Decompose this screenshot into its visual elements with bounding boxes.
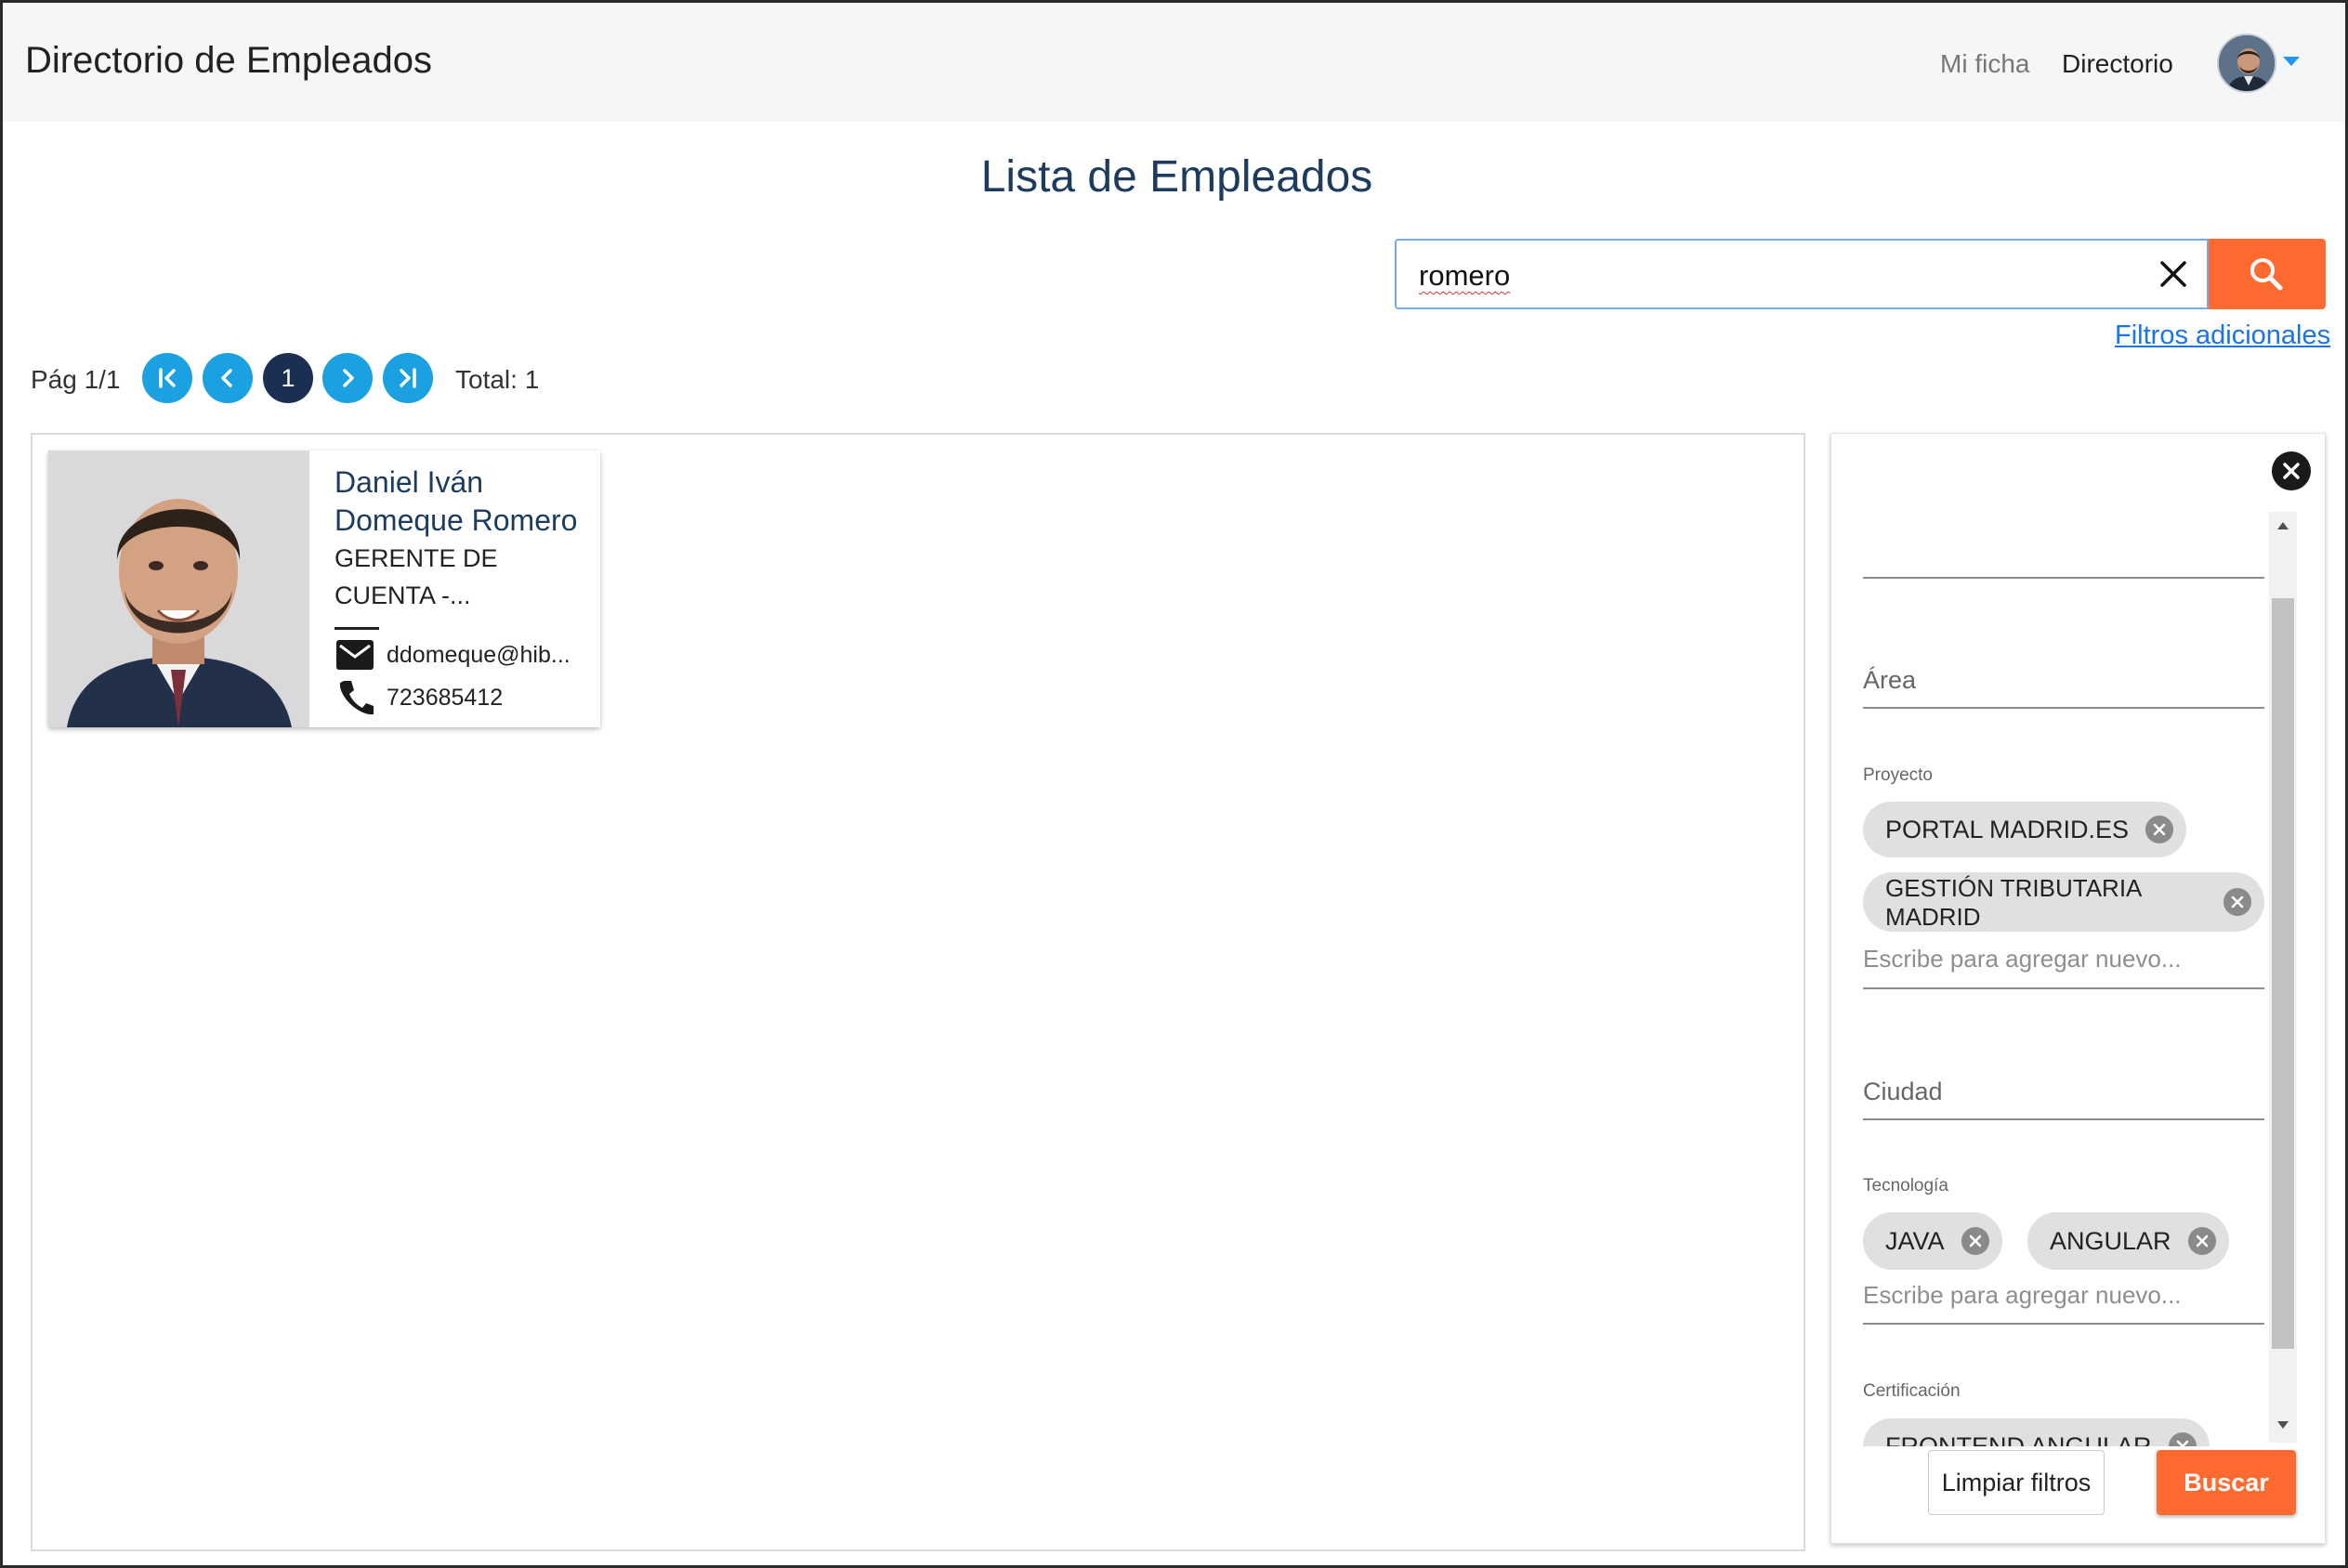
chip-label: ANGULAR xyxy=(2050,1227,2171,1255)
employee-card[interactable]: Daniel Iván Domeque Romero GERENTE DE CU… xyxy=(48,451,600,727)
remove-chip-icon[interactable] xyxy=(2145,816,2174,843)
user-avatar[interactable] xyxy=(2217,33,2276,93)
remove-chip-icon[interactable] xyxy=(2168,1432,2197,1446)
next-page-button[interactable] xyxy=(322,353,373,403)
last-page-icon xyxy=(400,368,416,388)
last-page-button[interactable] xyxy=(383,353,433,403)
page-indicator: Pág 1/1 xyxy=(31,365,121,394)
employee-divider xyxy=(334,627,379,630)
page-number-button[interactable]: 1 xyxy=(263,353,313,403)
proyecto-field-underline xyxy=(1863,987,2264,989)
hidden-field-underline xyxy=(1863,577,2264,579)
ciudad-field-underline xyxy=(1863,1118,2264,1120)
remove-chip-icon[interactable] xyxy=(2223,888,2251,916)
proyecto-chip-input[interactable]: Escribe para agregar nuevo... xyxy=(1863,945,2264,973)
chip-label: PORTAL MADRID.ES xyxy=(1885,816,2130,843)
tecnologia-label: Tecnología xyxy=(1863,1176,1948,1196)
proyecto-chip-gestion-tributaria: GESTIÓN TRIBUTARIA MADRID xyxy=(1863,872,2264,932)
nav-link-directorio[interactable]: Directorio xyxy=(2062,49,2173,79)
employee-photo xyxy=(48,451,309,727)
chevron-right-icon xyxy=(343,369,354,387)
certificacion-chip-frontend-angular: FRONTEND ANGULAR xyxy=(1863,1418,2210,1446)
scroll-down-arrow-icon[interactable] xyxy=(2277,1421,2289,1429)
scrollbar-thumb[interactable] xyxy=(2272,598,2294,1349)
area-field-label[interactable]: Área xyxy=(1863,666,1916,695)
certificacion-label: Certificación xyxy=(1863,1381,1961,1401)
previous-page-button[interactable] xyxy=(203,353,253,403)
chevron-down-icon[interactable] xyxy=(2283,57,2300,66)
top-navbar: Directorio de Empleados Mi ficha Directo… xyxy=(3,3,2345,122)
ciudad-field-label[interactable]: Ciudad xyxy=(1863,1078,1943,1106)
phone-icon xyxy=(334,677,375,723)
employee-portrait-image xyxy=(48,451,309,727)
remove-chip-icon[interactable] xyxy=(2187,1227,2216,1255)
search-input-value[interactable]: romero xyxy=(1419,259,1510,293)
area-field-underline xyxy=(1863,707,2264,709)
clear-filters-button[interactable]: Limpiar filtros xyxy=(1928,1450,2105,1515)
close-filters-button[interactable] xyxy=(2272,451,2311,490)
employee-email[interactable]: ddomeque@hib... xyxy=(387,642,571,669)
clear-search-button[interactable] xyxy=(2153,254,2194,294)
close-icon xyxy=(2283,463,2300,479)
first-page-button[interactable] xyxy=(142,353,192,403)
tecnologia-chip-input[interactable]: Escribe para agregar nuevo... xyxy=(1863,1281,2264,1310)
additional-filters-link[interactable]: Filtros adicionales xyxy=(2115,320,2330,351)
chip-label: JAVA xyxy=(1885,1227,1945,1255)
first-page-icon xyxy=(159,368,176,388)
employee-name[interactable]: Daniel Iván Domeque Romero xyxy=(334,464,595,540)
chip-label: FRONTEND ANGULAR xyxy=(1885,1432,2152,1446)
total-count: Total: 1 xyxy=(455,365,540,394)
mail-icon xyxy=(334,636,375,678)
search-input[interactable]: romero xyxy=(1395,239,2209,309)
scroll-up-arrow-icon[interactable] xyxy=(2277,522,2289,529)
filters-scroll-area[interactable]: Área Proyecto PORTAL MADRID.ES GESTIÓN T… xyxy=(1831,490,2324,1446)
close-icon xyxy=(2160,261,2186,287)
search-icon xyxy=(2250,258,2283,291)
chevron-left-icon xyxy=(221,369,232,387)
page-title: Lista de Empleados xyxy=(980,152,1373,202)
filters-scrollbar[interactable] xyxy=(2269,512,2297,1443)
tecnologia-field-underline xyxy=(1863,1323,2264,1325)
chip-label: GESTIÓN TRIBUTARIA MADRID xyxy=(1885,874,2141,931)
apply-filters-button[interactable]: Buscar xyxy=(2157,1450,2296,1515)
tecnologia-chip-angular: ANGULAR xyxy=(2027,1212,2229,1270)
search-button[interactable] xyxy=(2209,239,2326,309)
proyecto-chip-portal-madrid: PORTAL MADRID.ES xyxy=(1863,802,2187,857)
nav-link-mi-ficha[interactable]: Mi ficha xyxy=(1940,49,2029,79)
tecnologia-chip-java: JAVA xyxy=(1863,1212,2002,1270)
user-avatar-icon xyxy=(2219,35,2275,91)
employee-role: GERENTE DE CUENTA -... xyxy=(334,544,498,609)
app-title: Directorio de Empleados xyxy=(25,40,432,81)
results-panel: Daniel Iván Domeque Romero GERENTE DE CU… xyxy=(31,433,1805,1551)
filters-panel: Área Proyecto PORTAL MADRID.ES GESTIÓN T… xyxy=(1830,433,2326,1544)
proyecto-label: Proyecto xyxy=(1863,765,1933,785)
remove-chip-icon[interactable] xyxy=(1961,1227,1989,1255)
employee-phone[interactable]: 723685412 xyxy=(387,685,503,712)
